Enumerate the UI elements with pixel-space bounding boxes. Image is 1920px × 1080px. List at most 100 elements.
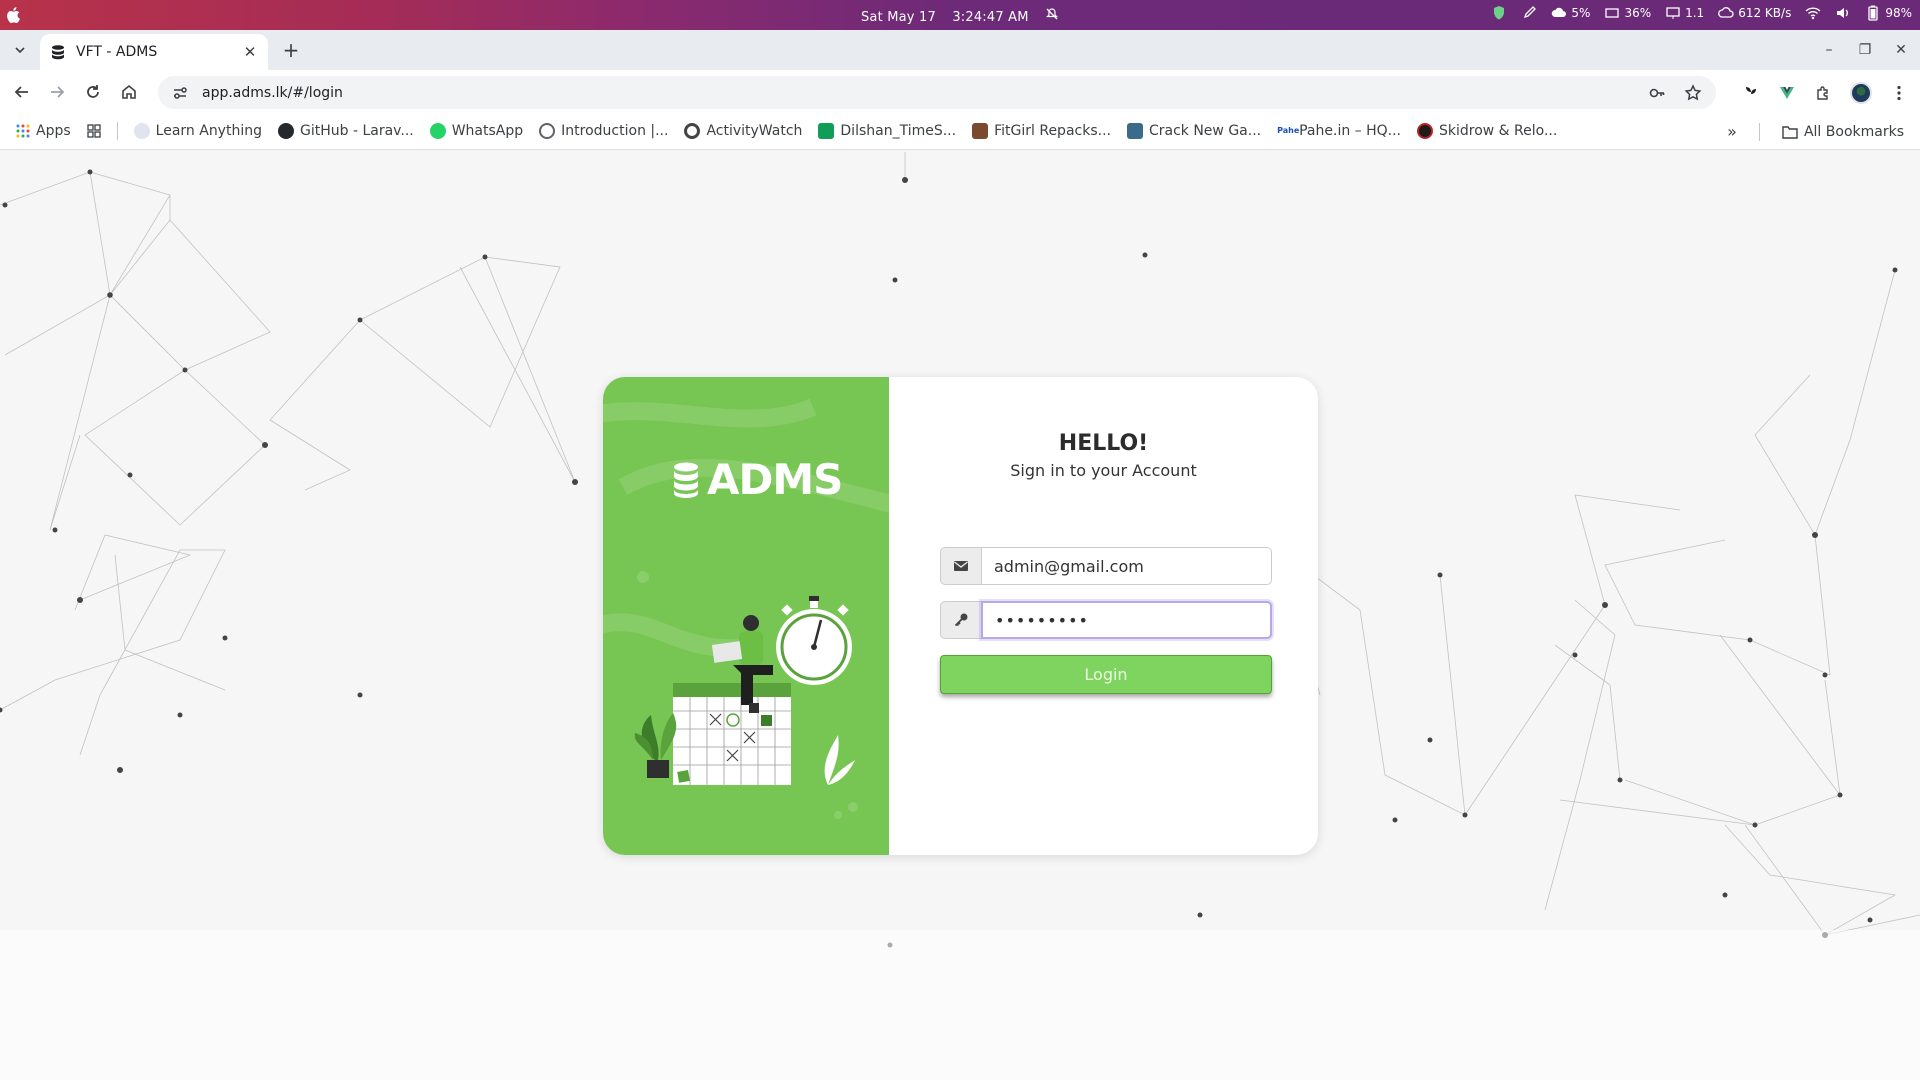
bookmark-label: Learn Anything [155, 123, 262, 139]
bookmark-introduction[interactable]: Introduction |... [539, 123, 668, 139]
window-controls: – ❐ ✕ [1822, 42, 1908, 58]
bookmark-dilshan-timesheet[interactable]: Dilshan_TimeS... [818, 123, 956, 139]
bookmark-whatsapp[interactable]: WhatsApp [429, 123, 524, 139]
bookmark-pahe[interactable]: Pahe Pahe.in – HQ... [1277, 123, 1401, 139]
all-bookmarks-label: All Bookmarks [1803, 123, 1904, 140]
clock-time: 3:24:47 AM [952, 10, 1029, 25]
reload-icon [87, 85, 99, 98]
close-window-icon[interactable]: ✕ [1894, 42, 1908, 58]
email-input-group [940, 547, 1272, 585]
notifications-off-icon [1045, 8, 1059, 25]
login-form: HELLO! Sign in to your Account Login [889, 377, 1318, 855]
cloud-cpu-icon [1552, 7, 1567, 17]
brand-panel: ADMS [603, 377, 889, 855]
bookmark-label: GitHub - Larav... [299, 123, 414, 139]
bookmark-activitywatch[interactable]: ActivityWatch [684, 123, 802, 139]
tab-search-button[interactable] [10, 40, 30, 60]
site-settings-icon[interactable] [172, 85, 188, 101]
database-logo-icon [674, 462, 698, 498]
bookmark-label: WhatsApp [451, 123, 524, 139]
cpu-indicator[interactable]: 5% [1551, 5, 1590, 21]
bookmark-fitgirl[interactable]: FitGirl Repacks... [972, 123, 1111, 139]
login-page: ADMS HELLO! Sign in to your Account admi… [0, 150, 1920, 1080]
more-bookmarks-icon[interactable]: » [1727, 122, 1737, 141]
browser-toolbar: app.adms.lk/#/login [0, 70, 1920, 114]
bookmark-crack-new-games[interactable]: Crack New Ga... [1126, 123, 1262, 139]
load-value: 1.1 [1685, 6, 1705, 20]
password-key-icon[interactable] [1648, 84, 1666, 102]
password-input-group [940, 601, 1272, 639]
browser-menu-icon[interactable] [1890, 84, 1908, 102]
cpu-value: 5% [1571, 6, 1591, 20]
all-bookmarks-button[interactable]: All Bookmarks [1782, 124, 1904, 140]
calendar-stopwatch-illustration [634, 596, 855, 785]
system-tray: 5% 36% 1.1 612 KB/s 98% [1491, 5, 1912, 21]
url-text: app.adms.lk/#/login [202, 84, 343, 101]
tab-groups-button[interactable] [87, 124, 101, 138]
database-favicon-icon [52, 45, 64, 60]
clock-date: Sat May 17 [860, 10, 936, 25]
bookmark-apps[interactable]: Apps [16, 123, 71, 139]
omnibox-actions [1648, 83, 1702, 102]
memory-indicator[interactable]: 36% [1604, 5, 1651, 21]
bookmark-separator [1758, 122, 1760, 141]
forward-button[interactable] [47, 82, 67, 102]
arrow-left-icon [14, 86, 28, 98]
sheets-icon [818, 123, 835, 139]
new-tab-button[interactable]: + [280, 40, 302, 62]
load-indicator[interactable]: 1.1 [1665, 5, 1704, 21]
github-icon [277, 123, 294, 139]
profile-avatar[interactable] [1850, 82, 1872, 104]
password-field[interactable] [981, 601, 1272, 639]
bookmark-github[interactable]: GitHub - Larav... [277, 123, 414, 139]
bookmark-separator [116, 122, 118, 140]
bookmark-star-icon[interactable] [1684, 83, 1702, 102]
tab-title: VFT - ADMS [76, 44, 158, 60]
minimize-icon[interactable]: – [1822, 42, 1836, 58]
extensions-puzzle-icon[interactable] [1814, 84, 1832, 102]
bookmark-label: Crack New Ga... [1148, 123, 1262, 139]
home-button[interactable] [119, 82, 139, 102]
network-indicator[interactable]: 612 KB/s [1718, 5, 1791, 21]
envelope-icon [940, 547, 981, 585]
bookmark-label: Apps [36, 123, 71, 139]
bookmark-label: Introduction |... [561, 123, 669, 139]
arrow-right-icon [51, 86, 65, 98]
back-button[interactable] [12, 82, 32, 102]
memory-value: 36% [1624, 6, 1652, 20]
login-button[interactable]: Login [940, 655, 1272, 694]
login-card: ADMS HELLO! Sign in to your Account admi… [603, 377, 1318, 855]
address-bar[interactable]: app.adms.lk/#/login [158, 76, 1716, 109]
login-subheading: Sign in to your Account [1010, 461, 1197, 480]
wifi-icon[interactable] [1805, 5, 1821, 21]
browser-tab-strip: VFT - ADMS ✕ + – ❐ ✕ [0, 30, 1920, 70]
bookmark-label: Dilshan_TimeS... [840, 123, 957, 139]
email-field[interactable] [981, 547, 1272, 585]
login-heading: HELLO! [1058, 431, 1149, 456]
volume-icon[interactable] [1835, 5, 1851, 21]
bookmark-learn-anything[interactable]: Learn Anything [133, 123, 262, 139]
tab-groups-icon [87, 124, 101, 138]
tab-close-icon[interactable]: ✕ [242, 44, 258, 60]
pahe-icon: Pahe [1277, 123, 1299, 139]
introduction-icon [539, 123, 556, 139]
apps-grid-icon [16, 124, 30, 138]
extensions-area [1742, 82, 1908, 104]
bookmark-skidrow[interactable]: Skidrow & Relo... [1417, 123, 1557, 139]
shield-icon[interactable] [1491, 5, 1507, 21]
extension-vue-icon[interactable] [1778, 84, 1796, 102]
reload-button[interactable] [83, 82, 103, 102]
network-value: 612 KB/s [1738, 6, 1792, 20]
restore-icon[interactable]: ❐ [1858, 42, 1872, 58]
tab-active[interactable]: VFT - ADMS ✕ [40, 34, 268, 70]
background-fade [0, 930, 1920, 1080]
activitywatch-icon [684, 123, 701, 139]
folder-icon [1782, 125, 1798, 139]
memory-icon [1605, 8, 1620, 18]
extension-plant-icon[interactable] [1742, 84, 1760, 102]
key-icon [940, 601, 981, 639]
brand-name: ADMS [707, 455, 843, 504]
battery-indicator[interactable]: 98% [1865, 5, 1912, 21]
battery-icon [1868, 5, 1878, 21]
color-picker-icon[interactable] [1521, 5, 1537, 21]
